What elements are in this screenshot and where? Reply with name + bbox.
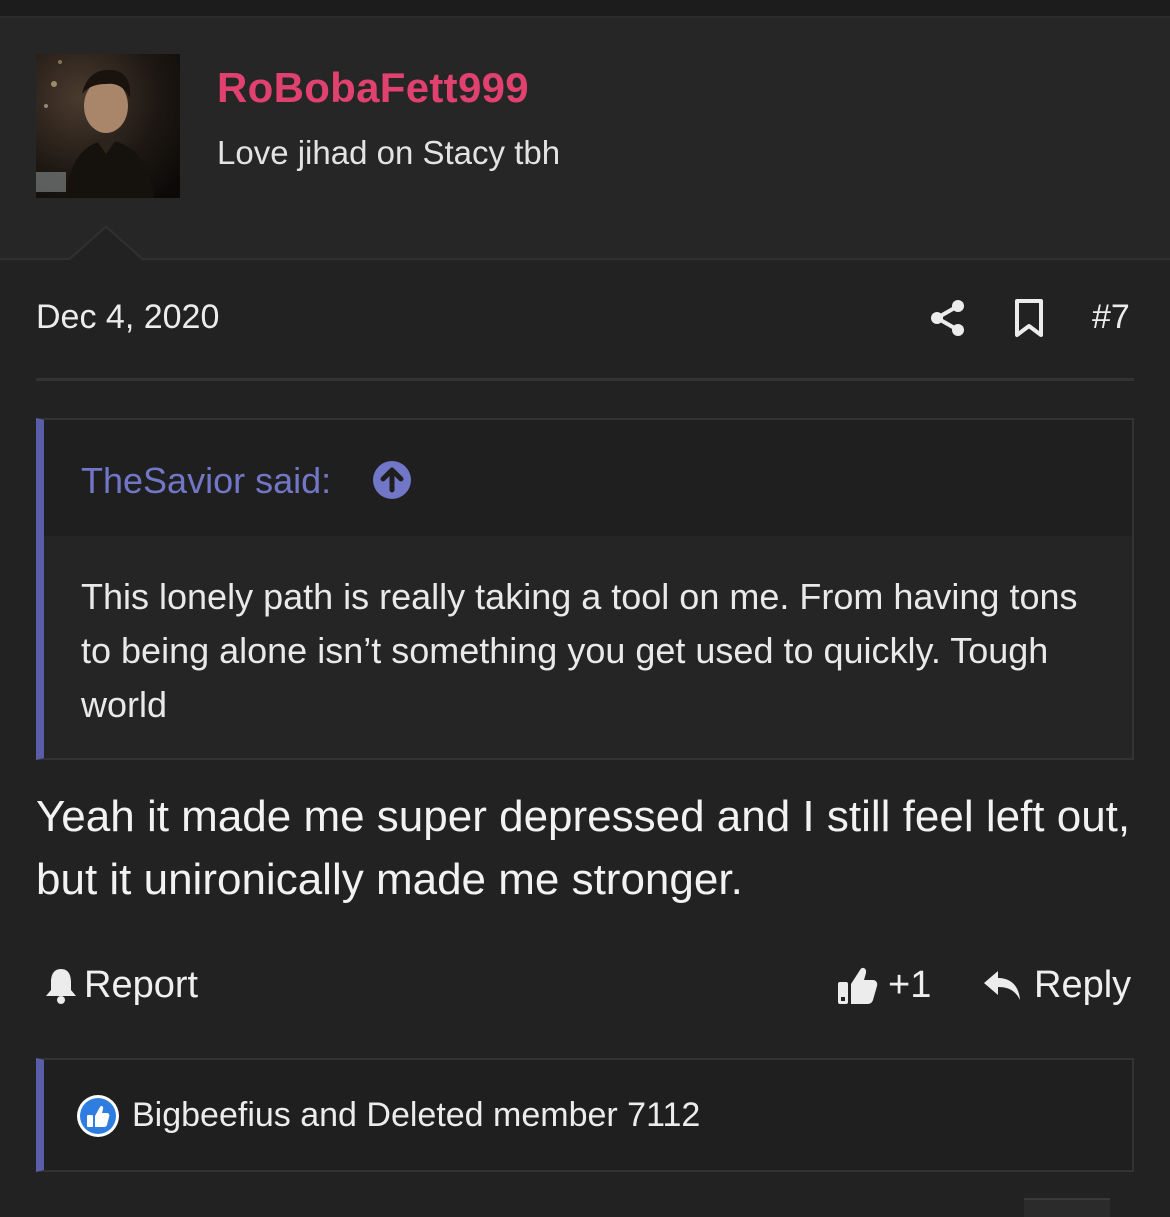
bookmark-icon[interactable] [1012, 298, 1046, 338]
post-date[interactable]: Dec 4, 2020 [36, 298, 219, 337]
reactions-text[interactable]: Bigbeefius and Deleted member 7112 [132, 1096, 700, 1135]
bottom-tab [1024, 1198, 1110, 1217]
avatar[interactable] [36, 54, 180, 198]
top-edge [0, 0, 1170, 18]
quote-block: TheSavior said: This lonely path is real… [36, 418, 1134, 760]
thumbs-up-icon [838, 967, 878, 1004]
bell-icon [46, 969, 76, 1004]
reactions-bar[interactable]: Bigbeefius and Deleted member 7112 [36, 1058, 1134, 1172]
reply-label: Reply [1034, 963, 1132, 1006]
reply-arrow-icon [984, 971, 1020, 1000]
user-header: RoBobaFett999 Love jihad on Stacy tbh [0, 18, 1170, 260]
like-count: +1 [888, 963, 932, 1006]
share-icon[interactable] [928, 298, 968, 338]
user-title: Love jihad on Stacy tbh [217, 134, 561, 171]
quote-text: This lonely path is really taking a tool… [81, 576, 1078, 725]
username[interactable]: RoBobaFett999 [217, 64, 529, 112]
divider [36, 378, 1134, 381]
quote-author[interactable]: TheSavior said: [81, 460, 331, 502]
report-label: Report [84, 963, 199, 1006]
header-caret-inner [70, 228, 142, 260]
post-body: Yeah it made me super depressed and I st… [36, 792, 1131, 904]
arrow-up-circle-icon[interactable] [372, 460, 412, 500]
post-number-link[interactable]: #7 [1092, 298, 1130, 337]
quote-header: TheSavior said: [44, 420, 1132, 536]
like-badge-icon [77, 1095, 119, 1137]
reply-button[interactable]: Reply [982, 962, 1131, 1008]
report-button[interactable]: Report [44, 962, 198, 1008]
like-button[interactable]: +1 [836, 962, 931, 1008]
